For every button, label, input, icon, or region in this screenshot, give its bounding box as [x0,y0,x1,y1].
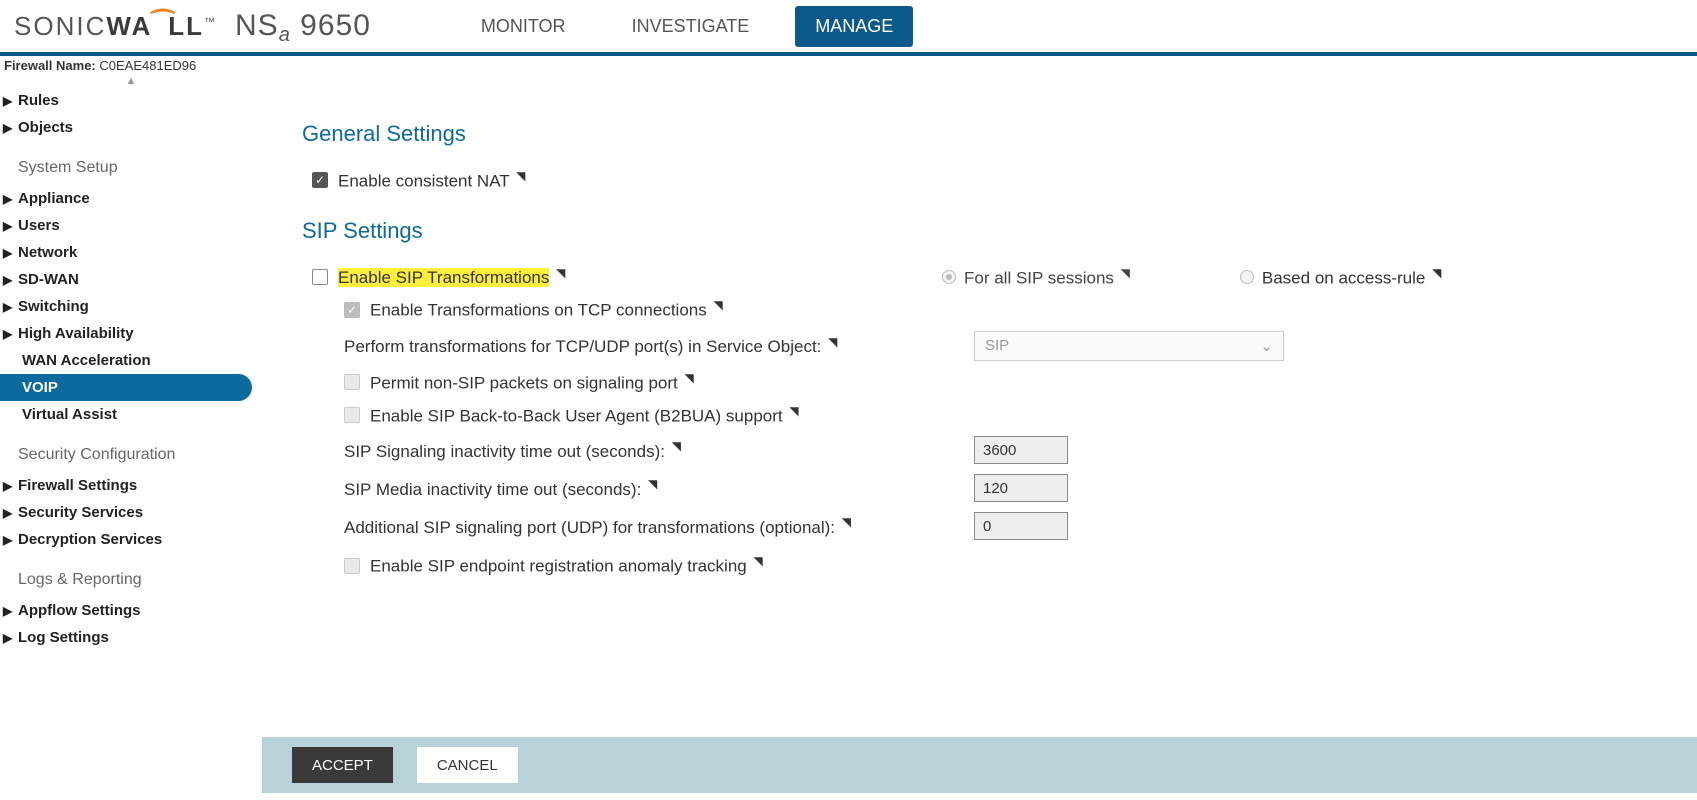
swoosh-icon: ⁀ [152,9,168,40]
sidebar-item-appliance[interactable]: ▶Appliance [0,185,262,212]
b2bua-checkbox[interactable] [344,407,360,423]
sidebar-item-wan-acceleration[interactable]: WAN Acceleration [0,347,262,374]
firewall-name-label: Firewall Name: [4,58,96,73]
sidebar-item-objects[interactable]: ▶Objects [0,114,262,141]
brand-left: SONIC [14,11,106,41]
radio-all-sip-label: For all SIP sessions ◥ [964,266,1130,289]
model-text: NSa 9650 [235,9,371,43]
sidebar-group-title: Logs & Reporting [0,553,262,597]
help-icon[interactable]: ◥ [842,515,851,529]
sidebar-item-decryption-services[interactable]: ▶Decryption Services [0,526,262,553]
caret-right-icon: ▶ [3,631,12,645]
anomaly-checkbox[interactable] [344,558,360,574]
accept-button[interactable]: ACCEPT [292,747,393,783]
help-icon[interactable]: ◥ [516,169,525,183]
additional-port-label: Additional SIP signaling port (UDP) for … [344,518,851,537]
permit-non-sip-label: Permit non-SIP packets on signaling port… [370,371,694,394]
tcp-transform-checkbox[interactable]: ✓ [344,302,360,318]
sig-timeout-label: SIP Signaling inactivity time out (secon… [344,442,681,461]
brand-tm: ™ [204,16,217,28]
sig-timeout-input[interactable] [974,436,1068,464]
logo-area: SONICWA⁀LL™ NSa 9650 [14,9,371,43]
sidebar-group-title: Security Configuration [0,428,262,472]
sidebar-item-network[interactable]: ▶Network [0,239,262,266]
tab-investigate[interactable]: INVESTIGATE [612,6,770,47]
radio-access-rule[interactable] [1240,270,1254,284]
media-timeout-label: SIP Media inactivity time out (seconds):… [344,480,657,499]
model-prefix: NS [235,9,279,42]
sidebar-item-high-availability[interactable]: ▶High Availability [0,320,262,347]
sidebar-item-switching[interactable]: ▶Switching [0,293,262,320]
chevron-down-icon: ⌄ [1260,337,1273,355]
radio-access-rule-label: Based on access-rule ◥ [1262,266,1441,289]
help-icon[interactable]: ◥ [672,439,681,453]
help-icon[interactable]: ◥ [556,266,565,280]
sidebar-item-firewall-settings[interactable]: ▶Firewall Settings [0,472,262,499]
sidebar-item-appflow-settings[interactable]: ▶Appflow Settings [0,597,262,624]
enable-sip-transform-checkbox[interactable] [312,269,328,285]
sidebar-group-title: System Setup [0,141,262,185]
firewall-name-bar: Firewall Name: C0EAE481ED96 [0,56,1697,75]
sidebar-item-voip[interactable]: VOIP [0,374,252,401]
sidebar-item-rules[interactable]: ▶Rules [0,87,262,114]
tab-manage[interactable]: MANAGE [795,6,913,47]
header-bar: SONICWA⁀LL™ NSa 9650 MONITOR INVESTIGATE… [0,0,1697,56]
sidebar-item-users[interactable]: ▶Users [0,212,262,239]
scroll-up-icon[interactable]: ▲ [0,75,262,87]
general-settings-heading: General Settings [302,121,1657,147]
media-timeout-input[interactable] [974,474,1068,502]
brand-mid: WA [106,11,152,41]
help-icon[interactable]: ◥ [1432,266,1441,280]
b2bua-label: Enable SIP Back-to-Back User Agent (B2BU… [370,404,799,427]
nav-tabs: MONITOR INVESTIGATE MANAGE [461,6,913,47]
caret-right-icon: ▶ [3,327,12,341]
caret-right-icon: ▶ [3,479,12,493]
caret-right-icon: ▶ [3,604,12,618]
model-suffix: 9650 [291,9,371,42]
sidebar-item-sd-wan[interactable]: ▶SD-WAN [0,266,262,293]
firewall-name-value: C0EAE481ED96 [99,58,196,73]
sidebar-item-virtual-assist[interactable]: Virtual Assist [0,401,262,428]
help-icon[interactable]: ◥ [828,335,837,349]
tcp-transform-label: Enable Transformations on TCP connection… [370,298,723,321]
tab-monitor[interactable]: MONITOR [461,6,586,47]
caret-right-icon: ▶ [3,94,12,108]
caret-right-icon: ▶ [3,192,12,206]
cancel-button[interactable]: CANCEL [417,747,518,783]
footer-bar: ACCEPT CANCEL [262,737,1697,793]
permit-non-sip-checkbox[interactable] [344,374,360,390]
caret-right-icon: ▶ [3,533,12,547]
sidebar[interactable]: ▲ ▶Rules▶ObjectsSystem Setup▶Appliance▶U… [0,75,262,793]
sidebar-item-security-services[interactable]: ▶Security Services [0,499,262,526]
help-icon[interactable]: ◥ [753,554,762,568]
help-icon[interactable]: ◥ [1121,266,1130,280]
service-object-label: Perform transformations for TCP/UDP port… [344,337,837,356]
help-icon[interactable]: ◥ [648,477,657,491]
consistent-nat-label: Enable consistent NAT ◥ [338,169,525,192]
help-icon[interactable]: ◥ [789,404,798,418]
sip-settings-heading: SIP Settings [302,218,1657,244]
service-object-value: SIP [985,337,1009,354]
help-icon[interactable]: ◥ [713,298,722,312]
caret-right-icon: ▶ [3,273,12,287]
radio-all-sip[interactable] [942,270,956,284]
anomaly-label: Enable SIP endpoint registration anomaly… [370,554,763,577]
service-object-dropdown[interactable]: SIP ⌄ [974,331,1284,361]
brand-logo: SONICWA⁀LL™ [14,11,217,42]
caret-right-icon: ▶ [3,506,12,520]
additional-port-input[interactable] [974,512,1068,540]
consistent-nat-checkbox[interactable]: ✓ [312,172,328,188]
model-sub: a [279,24,291,46]
caret-right-icon: ▶ [3,219,12,233]
caret-right-icon: ▶ [3,121,12,135]
caret-right-icon: ▶ [3,246,12,260]
main-content: General Settings ✓ Enable consistent NAT… [262,75,1697,697]
enable-sip-transform-label: Enable SIP Transformations ◥ [338,266,565,289]
caret-right-icon: ▶ [3,300,12,314]
help-icon[interactable]: ◥ [684,371,693,385]
sidebar-item-log-settings[interactable]: ▶Log Settings [0,624,262,651]
